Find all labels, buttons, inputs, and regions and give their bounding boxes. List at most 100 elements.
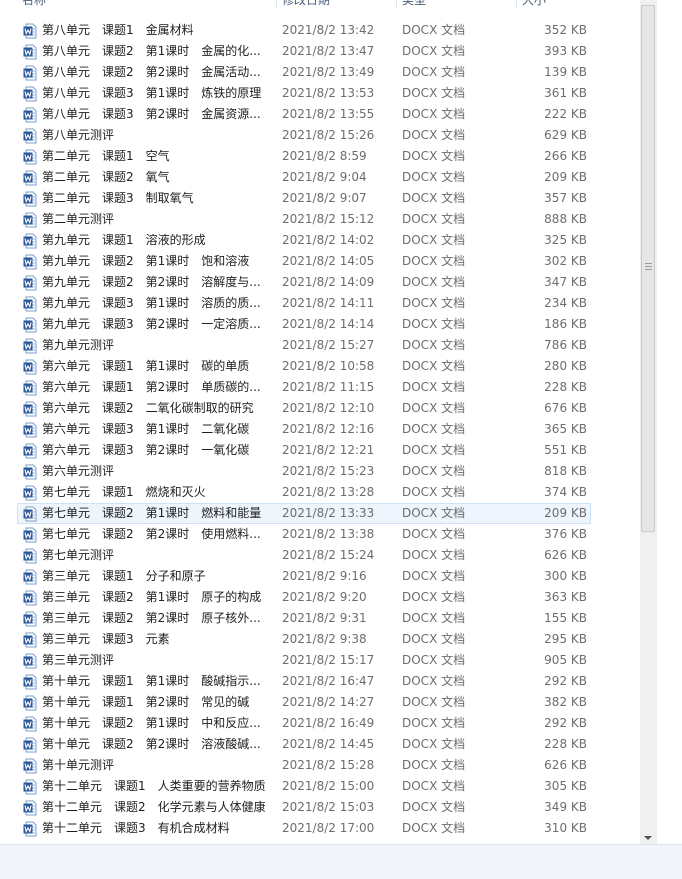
- file-row[interactable]: 第六单元 课题1 第1课时 碳的单质 2021/8/2 10:58 DOCX 文档 2…: [17, 356, 591, 377]
- file-modified-date: 2021/8/2 15:28: [282, 758, 375, 772]
- file-size: 786 KB: [544, 338, 587, 352]
- file-row[interactable]: 第八单元测评 2021/8/2 15:26 DOCX 文档 629 KB: [17, 125, 591, 146]
- file-row[interactable]: 第六单元 课题3 第1课时 二氧化碳 2021/8/2 12:16 DOCX 文档 3…: [17, 419, 591, 440]
- file-modified-date: 2021/8/2 12:10: [282, 401, 375, 415]
- file-row[interactable]: 第三单元 课题3 元素 2021/8/2 9:38 DOCX 文档 295 KB: [17, 629, 591, 650]
- file-row[interactable]: 第九单元 课题2 第2课时 溶解度与... 2021/8/2 14:09 DOCX …: [17, 272, 591, 293]
- file-row[interactable]: 第二单元 课题2 氧气 2021/8/2 9:04 DOCX 文档 209 KB: [17, 167, 591, 188]
- file-name: 第十单元测评: [42, 758, 115, 772]
- file-modified-date: 2021/8/2 13:33: [282, 506, 375, 520]
- column-divider[interactable]: [276, 0, 277, 8]
- file-modified-date: 2021/8/2 16:49: [282, 716, 375, 730]
- file-row[interactable]: 第七单元 课题1 燃烧和灭火 2021/8/2 13:28 DOCX 文档 374 K…: [17, 482, 591, 503]
- file-row[interactable]: 第八单元 课题2 第2课时 金属活动... 2021/8/2 13:49 DOCX …: [17, 62, 591, 83]
- file-row[interactable]: 第六单元 课题1 第2课时 单质碳的... 2021/8/2 11:15 DOCX …: [17, 377, 591, 398]
- file-row[interactable]: 第十二单元 课题2 化学元素与人体健康 2021/8/2 15:03 DOCX 文档…: [17, 797, 591, 818]
- file-size: 292 KB: [544, 716, 587, 730]
- file-type: DOCX 文档: [402, 401, 466, 415]
- file-name: 第九单元 课题3 第1课时 溶质的质...: [42, 296, 261, 310]
- word-docx-icon: [23, 695, 37, 711]
- file-row[interactable]: 第三单元 课题2 第1课时 原子的构成 2021/8/2 9:20 DOCX 文档 3…: [17, 587, 591, 608]
- file-name: 第八单元 课题1 金属材料: [42, 23, 194, 37]
- file-row[interactable]: 第十单元测评 2021/8/2 15:28 DOCX 文档 626 KB: [17, 755, 591, 776]
- file-row[interactable]: 第十单元 课题2 第2课时 溶液酸碱... 2021/8/2 14:45 DOCX …: [17, 734, 591, 755]
- column-divider[interactable]: [396, 0, 397, 8]
- file-type: DOCX 文档: [402, 86, 466, 100]
- file-modified-date: 2021/8/2 15:24: [282, 548, 375, 562]
- word-docx-icon: [23, 128, 37, 144]
- file-type: DOCX 文档: [402, 107, 466, 121]
- file-type: DOCX 文档: [402, 422, 466, 436]
- file-row[interactable]: 第七单元测评 2021/8/2 15:24 DOCX 文档 626 KB: [17, 545, 591, 566]
- file-row[interactable]: 第六单元 课题3 第2课时 一氧化碳 2021/8/2 12:21 DOCX 文档 5…: [17, 440, 591, 461]
- word-docx-icon: [23, 317, 37, 333]
- file-row[interactable]: 第八单元 课题1 金属材料 2021/8/2 13:42 DOCX 文档 352 KB: [17, 20, 591, 41]
- word-docx-icon: [23, 527, 37, 543]
- column-divider[interactable]: [516, 0, 517, 8]
- file-size: 209 KB: [544, 170, 587, 184]
- file-row[interactable]: 第九单元 课题3 第2课时 一定溶质... 2021/8/2 14:14 DOCX …: [17, 314, 591, 335]
- file-row[interactable]: 第三单元测评 2021/8/2 15:17 DOCX 文档 905 KB: [17, 650, 591, 671]
- file-row[interactable]: 第三单元 课题2 第2课时 原子核外... 2021/8/2 9:31 DOCX 文…: [17, 608, 591, 629]
- file-type: DOCX 文档: [402, 380, 466, 394]
- file-modified-date: 2021/8/2 13:38: [282, 527, 375, 541]
- vertical-scrollbar[interactable]: [640, 0, 657, 844]
- scroll-down-arrow-icon[interactable]: [644, 836, 652, 840]
- file-modified-date: 2021/8/2 13:55: [282, 107, 375, 121]
- column-header: 名称 修改日期 类型 大小: [0, 0, 640, 8]
- word-docx-icon: [23, 464, 37, 480]
- file-type: DOCX 文档: [402, 443, 466, 457]
- column-date-header[interactable]: 修改日期: [282, 0, 330, 8]
- word-docx-icon: [23, 506, 37, 522]
- file-row[interactable]: 第二单元测评 2021/8/2 15:12 DOCX 文档 888 KB: [17, 209, 591, 230]
- word-docx-icon: [23, 569, 37, 585]
- file-type: DOCX 文档: [402, 149, 466, 163]
- file-row[interactable]: 第十单元 课题1 第1课时 酸碱指示... 2021/8/2 16:47 DOCX …: [17, 671, 591, 692]
- file-row[interactable]: 第十二单元 课题3 有机合成材料 2021/8/2 17:00 DOCX 文档 310…: [17, 818, 591, 839]
- file-row[interactable]: 第十二单元 课题1 人类重要的营养物质 2021/8/2 15:00 DOCX 文档…: [17, 776, 591, 797]
- file-row[interactable]: 第七单元 课题2 第1课时 燃料和能量 2021/8/2 13:33 DOCX 文档…: [17, 503, 591, 524]
- file-size: 818 KB: [544, 464, 587, 478]
- file-modified-date: 2021/8/2 8:59: [282, 149, 367, 163]
- file-size: 292 KB: [544, 674, 587, 688]
- word-docx-icon: [23, 716, 37, 732]
- file-row[interactable]: 第九单元 课题2 第1课时 饱和溶液 2021/8/2 14:05 DOCX 文档 3…: [17, 251, 591, 272]
- file-row[interactable]: 第八单元 课题3 第1课时 炼铁的原理 2021/8/2 13:53 DOCX 文档…: [17, 83, 591, 104]
- file-row[interactable]: 第七单元 课题2 第2课时 使用燃料... 2021/8/2 13:38 DOCX …: [17, 524, 591, 545]
- file-modified-date: 2021/8/2 12:16: [282, 422, 375, 436]
- file-type: DOCX 文档: [402, 359, 466, 373]
- file-row[interactable]: 第八单元 课题2 第1课时 金属的化... 2021/8/2 13:47 DOCX …: [17, 41, 591, 62]
- file-row[interactable]: 第十单元 课题1 第2课时 常见的碱 2021/8/2 14:27 DOCX 文档 3…: [17, 692, 591, 713]
- file-row[interactable]: 第九单元 课题3 第1课时 溶质的质... 2021/8/2 14:11 DOCX …: [17, 293, 591, 314]
- file-row[interactable]: 第九单元测评 2021/8/2 15:27 DOCX 文档 786 KB: [17, 335, 591, 356]
- file-name: 第三单元 课题2 第1课时 原子的构成: [42, 590, 262, 604]
- column-type-header[interactable]: 类型: [402, 0, 426, 8]
- file-type: DOCX 文档: [402, 632, 466, 646]
- file-size: 209 KB: [544, 506, 587, 520]
- scrollbar-grip: [645, 269, 652, 270]
- column-name-header[interactable]: 名称: [22, 0, 46, 8]
- file-row[interactable]: 第六单元 课题2 二氧化碳制取的研究 2021/8/2 12:10 DOCX 文档 6…: [17, 398, 591, 419]
- file-modified-date: 2021/8/2 9:16: [282, 569, 367, 583]
- file-row[interactable]: 第九单元 课题1 溶液的形成 2021/8/2 14:02 DOCX 文档 325 K…: [17, 230, 591, 251]
- file-size: 300 KB: [544, 569, 587, 583]
- column-size-header[interactable]: 大小: [522, 0, 546, 8]
- file-row[interactable]: 第三单元 课题1 分子和原子 2021/8/2 9:16 DOCX 文档 300 KB: [17, 566, 591, 587]
- file-size: 676 KB: [544, 401, 587, 415]
- scrollbar-thumb[interactable]: [641, 5, 655, 532]
- file-row[interactable]: 第六单元测评 2021/8/2 15:23 DOCX 文档 818 KB: [17, 461, 591, 482]
- file-row[interactable]: 第十单元 课题2 第1课时 中和反应... 2021/8/2 16:49 DOCX …: [17, 713, 591, 734]
- file-type: DOCX 文档: [402, 527, 466, 541]
- file-name: 第八单元 课题3 第1课时 炼铁的原理: [42, 86, 262, 100]
- file-type: DOCX 文档: [402, 800, 466, 814]
- file-name: 第七单元测评: [42, 548, 115, 562]
- file-type: DOCX 文档: [402, 254, 466, 268]
- file-row[interactable]: 第八单元 课题3 第2课时 金属资源... 2021/8/2 13:55 DOCX …: [17, 104, 591, 125]
- file-row[interactable]: 第二单元 课题3 制取氧气 2021/8/2 9:07 DOCX 文档 357 KB: [17, 188, 591, 209]
- file-size: 234 KB: [544, 296, 587, 310]
- file-row[interactable]: 第二单元 课题1 空气 2021/8/2 8:59 DOCX 文档 266 KB: [17, 146, 591, 167]
- file-name: 第十二单元 课题3 有机合成材料: [42, 821, 230, 835]
- file-type: DOCX 文档: [402, 464, 466, 478]
- word-docx-icon: [23, 296, 37, 312]
- file-name: 第六单元 课题1 第2课时 单质碳的...: [42, 380, 261, 394]
